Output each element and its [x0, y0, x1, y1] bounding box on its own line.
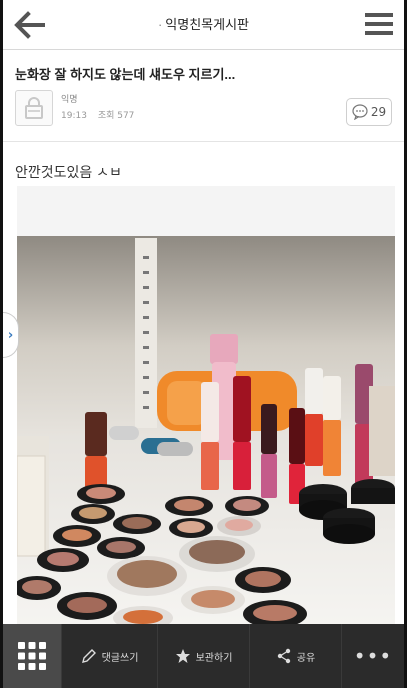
post-date: 19:13 [61, 111, 87, 121]
makeup-photo-image [17, 186, 395, 624]
chevron-right-icon: › [7, 327, 14, 343]
write-comment-button[interactable]: 댓글쓰기 [61, 624, 157, 688]
post-meta: 19:13 조회 577 [61, 108, 142, 121]
post-title: 눈화장 잘 하지도 않는데 섀도우 지르기... [15, 67, 236, 82]
comment-count-button[interactable]: 29 [346, 98, 392, 126]
menu-button[interactable] [364, 10, 394, 38]
write-comment-label: 댓글쓰기 [101, 652, 139, 664]
more-dots-icon: ••• [353, 644, 393, 668]
speech-bubble-icon [352, 104, 368, 120]
author-name: 익명 [61, 95, 78, 105]
app-screen: · 익명친목게시판 눈화장 잘 하지도 않는데 섀도우 지르기... 익명 19:… [3, 0, 404, 688]
view-count: 조회 577 [97, 111, 135, 121]
comment-count: 29 [370, 105, 387, 119]
share-button[interactable]: 공유 [249, 624, 341, 688]
save-label: 보관하기 [195, 652, 233, 664]
board-title: · 익명친목게시판 [157, 17, 250, 32]
apps-grid-button[interactable] [3, 624, 61, 688]
share-icon [277, 648, 290, 664]
bottom-toolbar: 댓글쓰기 보관하기 공유 ••• [3, 624, 404, 688]
hamburger-icon [365, 13, 393, 35]
pencil-icon [81, 649, 96, 663]
post-header: 눈화장 잘 하지도 않는데 섀도우 지르기... 익명 19:13 조회 577… [3, 50, 404, 142]
grid-icon [18, 642, 46, 670]
avatar [15, 90, 53, 126]
post-photo[interactable] [17, 186, 395, 624]
save-button[interactable]: 보관하기 [157, 624, 249, 688]
more-button[interactable]: ••• [341, 624, 404, 688]
post-body: 안깐것도있음 ㅅㅂ [15, 164, 122, 180]
lock-icon [25, 97, 43, 119]
share-label: 공유 [296, 652, 316, 664]
top-bar: · 익명친목게시판 [3, 0, 404, 50]
star-icon [175, 649, 190, 663]
